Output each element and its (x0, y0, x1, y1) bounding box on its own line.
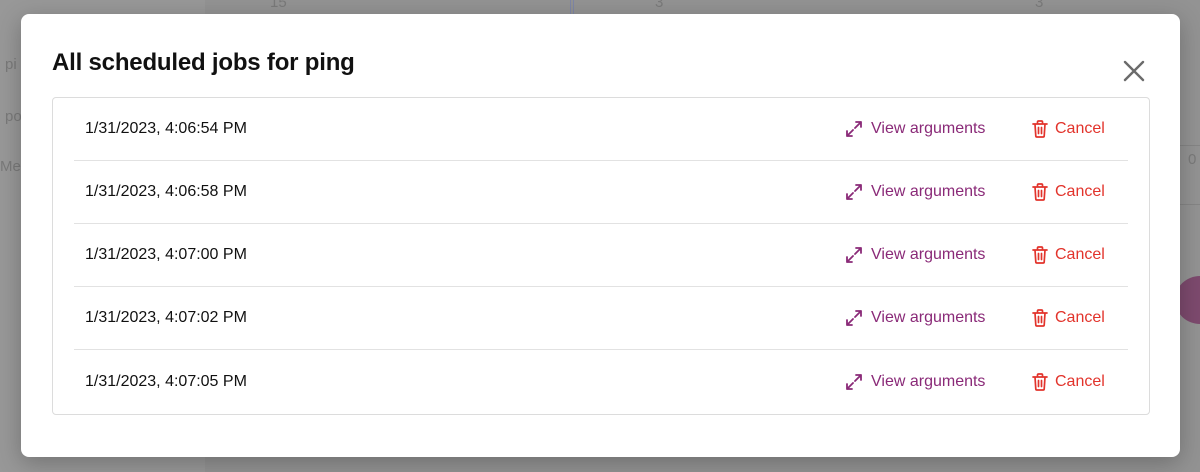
background-value: 0 (1188, 151, 1197, 168)
expand-icon (846, 373, 862, 390)
cancel-label: Cancel (1055, 120, 1105, 137)
cancel-button[interactable]: Cancel (1032, 309, 1105, 327)
background-item: pi (5, 56, 17, 73)
background-divider (570, 0, 571, 14)
trash-icon (1032, 246, 1048, 264)
cancel-button[interactable]: Cancel (1032, 373, 1105, 391)
close-button[interactable] (1120, 57, 1148, 85)
job-time: 1/31/2023, 4:07:05 PM (85, 372, 247, 390)
background-item: Me (0, 158, 21, 175)
job-time: 1/31/2023, 4:06:58 PM (85, 183, 247, 200)
close-icon (1123, 60, 1145, 82)
view-arguments-label: View arguments (871, 183, 986, 200)
modal-title: All scheduled jobs for ping (52, 49, 355, 76)
expand-icon (846, 247, 862, 263)
expand-icon (846, 184, 862, 200)
job-time: 1/31/2023, 4:07:02 PM (85, 309, 247, 326)
job-time: 1/31/2023, 4:06:54 PM (85, 120, 247, 137)
background-number: 15 (270, 0, 287, 11)
background-item: po (5, 108, 22, 125)
background-number: 3 (1035, 0, 1044, 11)
cancel-label: Cancel (1055, 183, 1105, 200)
expand-icon (846, 310, 862, 326)
view-arguments-label: View arguments (871, 120, 986, 137)
trash-icon (1032, 309, 1048, 327)
job-row: 1/31/2023, 4:06:54 PM View arguments Can… (74, 98, 1128, 161)
cancel-button[interactable]: Cancel (1032, 246, 1105, 264)
jobs-list: 1/31/2023, 4:06:54 PM View arguments Can… (52, 97, 1150, 415)
view-arguments-button[interactable]: View arguments (845, 183, 985, 201)
trash-icon (1032, 372, 1048, 391)
scheduled-jobs-modal: All scheduled jobs for ping 1/31/2023, 4… (21, 14, 1180, 457)
job-row: 1/31/2023, 4:06:58 PM View arguments Can… (74, 161, 1128, 224)
cancel-label: Cancel (1055, 309, 1105, 326)
view-arguments-button[interactable]: View arguments (845, 120, 985, 138)
view-arguments-label: View arguments (871, 309, 986, 326)
cancel-label: Cancel (1055, 246, 1105, 263)
view-arguments-label: View arguments (871, 372, 986, 390)
job-row: 1/31/2023, 4:07:05 PM View arguments Can… (74, 350, 1128, 413)
job-time: 1/31/2023, 4:07:00 PM (85, 246, 247, 263)
view-arguments-button[interactable]: View arguments (845, 373, 985, 391)
cancel-button[interactable]: Cancel (1032, 183, 1105, 201)
view-arguments-button[interactable]: View arguments (845, 246, 985, 264)
trash-icon (1032, 120, 1048, 138)
cancel-label: Cancel (1055, 372, 1105, 390)
trash-icon (1032, 183, 1048, 201)
background-number: 3 (655, 0, 664, 11)
job-row: 1/31/2023, 4:07:00 PM View arguments Can… (74, 224, 1128, 287)
background-divider (573, 0, 574, 14)
view-arguments-button[interactable]: View arguments (845, 309, 985, 327)
cancel-button[interactable]: Cancel (1032, 120, 1105, 138)
job-row: 1/31/2023, 4:07:02 PM View arguments Can… (74, 287, 1128, 350)
expand-icon (846, 121, 862, 137)
view-arguments-label: View arguments (871, 246, 986, 263)
